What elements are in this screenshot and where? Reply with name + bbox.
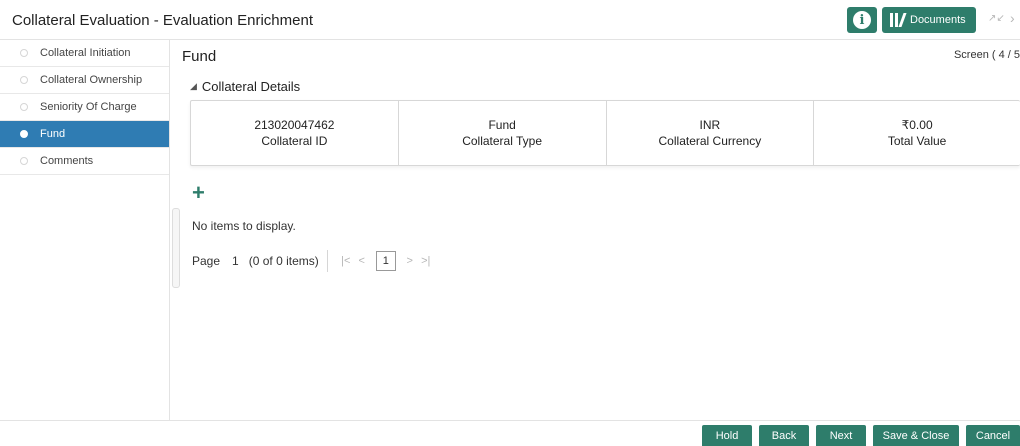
sidebar-item-comments[interactable]: Comments — [0, 148, 169, 175]
sidebar-item-collateral-ownership[interactable]: Collateral Ownership — [0, 67, 169, 94]
detail-collateral-id: 213020047462 Collateral ID — [191, 101, 399, 165]
next-button[interactable]: Next — [816, 425, 866, 446]
footer-bar: Hold Back Next Save & Close Cancel — [0, 420, 1020, 446]
detail-value: Fund — [488, 118, 516, 132]
cancel-button[interactable]: Cancel — [966, 425, 1020, 446]
section-header[interactable]: ◢ Collateral Details — [190, 79, 300, 94]
sidebar-item-label: Collateral Initiation — [40, 47, 131, 59]
back-button[interactable]: Back — [759, 425, 809, 446]
page-label: Page — [192, 254, 221, 268]
app-title: Collateral Evaluation - Evaluation Enric… — [12, 12, 313, 29]
screen-indicator: Screen ( 4 / 5 — [953, 49, 1020, 61]
step-dot-icon — [20, 103, 28, 111]
detail-label: Total Value — [887, 134, 947, 148]
info-icon: i — [853, 11, 871, 29]
hold-button[interactable]: Hold — [702, 425, 752, 446]
shrink-icon[interactable]: ↗↙ — [988, 13, 1005, 24]
sidebar: Collateral Initiation Collateral Ownersh… — [0, 40, 170, 420]
chevron-right-icon[interactable]: › — [1010, 10, 1015, 26]
page-title: Fund — [182, 48, 217, 65]
sidebar-item-label: Comments — [40, 155, 94, 167]
empty-message: No items to display. — [192, 219, 296, 233]
sidebar-item-seniority-of-charge[interactable]: Seniority Of Charge — [0, 94, 169, 121]
collateral-details-card: 213020047462 Collateral ID Fund Collater… — [190, 100, 1020, 166]
panel-splitter-handle[interactable] — [172, 208, 180, 288]
info-button[interactable]: i — [847, 7, 877, 33]
detail-value: INR — [699, 118, 721, 132]
documents-icon — [890, 13, 907, 27]
page-number: 1 — [232, 254, 239, 268]
sidebar-item-fund[interactable]: Fund — [0, 121, 169, 148]
step-dot-icon — [20, 157, 28, 165]
documents-button[interactable]: Documents — [882, 7, 976, 33]
sidebar-item-label: Fund — [40, 128, 66, 140]
detail-label: Collateral ID — [261, 134, 328, 148]
last-page-icon[interactable]: >| — [418, 255, 434, 267]
triangle-down-icon: ◢ — [190, 81, 197, 91]
next-page-icon[interactable]: > — [402, 255, 418, 267]
detail-value: ₹0.00 — [901, 118, 933, 132]
detail-value: 213020047462 — [254, 118, 335, 132]
sidebar-item-collateral-initiation[interactable]: Collateral Initiation — [0, 40, 169, 67]
detail-collateral-type: Fund Collateral Type — [399, 101, 607, 165]
detail-label: Collateral Type — [462, 134, 543, 148]
previous-page-icon[interactable]: < — [354, 255, 370, 267]
first-page-icon[interactable]: |< — [338, 255, 354, 267]
save-close-button[interactable]: Save & Close — [873, 425, 959, 446]
detail-collateral-currency: INR Collateral Currency — [607, 101, 815, 165]
detail-total-value: ₹0.00 Total Value — [814, 101, 1020, 165]
sidebar-item-label: Seniority Of Charge — [40, 101, 137, 113]
sidebar-item-label: Collateral Ownership — [40, 74, 143, 86]
item-count: (0 of 0 items) — [249, 250, 328, 272]
pagination: Page 1 (0 of 0 items) |< < 1 > >| — [192, 249, 434, 273]
plus-icon[interactable]: + — [192, 182, 205, 204]
detail-label: Collateral Currency — [658, 134, 762, 148]
current-page-button[interactable]: 1 — [375, 251, 396, 271]
step-dot-icon — [20, 76, 28, 84]
section-title: Collateral Details — [201, 79, 301, 94]
step-dot-icon — [20, 49, 28, 57]
step-dot-icon — [20, 130, 28, 138]
documents-label: Documents — [910, 14, 966, 26]
main-content: Fund Screen ( 4 / 5 ◢ Collateral Details… — [180, 40, 1020, 420]
top-bar: Collateral Evaluation - Evaluation Enric… — [0, 0, 1020, 40]
